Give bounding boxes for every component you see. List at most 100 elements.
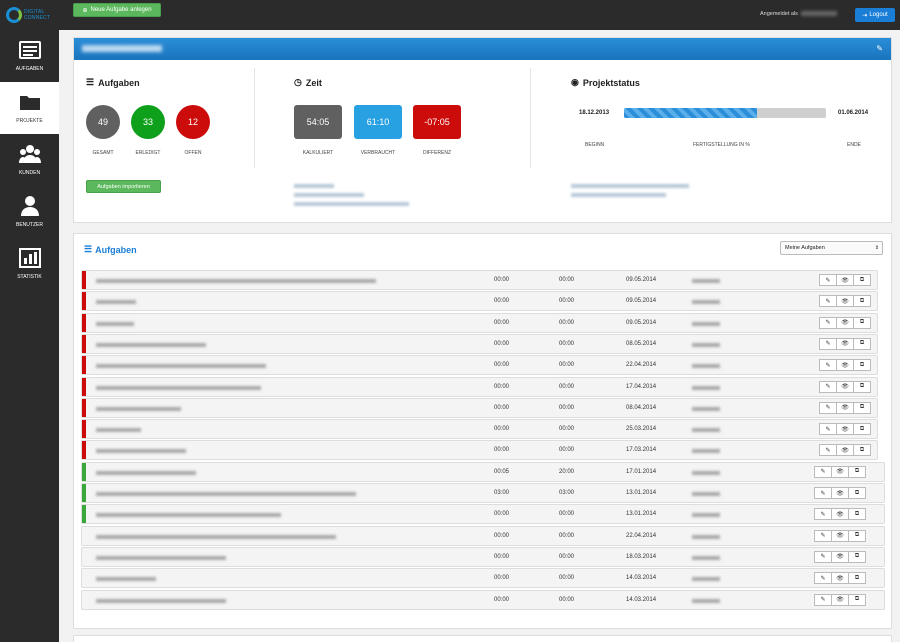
table-row[interactable]: 00:00 00:00 22.04.2014 ✎ 👁 ⧉ <box>81 355 878 376</box>
external-link-icon[interactable]: ⧉ <box>848 593 866 606</box>
table-row[interactable]: 00:00 00:00 14.03.2014 ✎ 👁 ⧉ <box>81 568 885 589</box>
sidebar-item-benutzer[interactable]: BENUTZER <box>0 186 59 238</box>
view-eye-icon[interactable]: 👁 <box>831 487 849 499</box>
view-eye-icon[interactable]: 👁 <box>836 380 854 393</box>
table-row[interactable]: 00:00 00:00 22.04.2014 ✎ 👁 ⧉ <box>81 525 885 546</box>
task-title-redacted[interactable] <box>96 470 196 475</box>
edit-pencil-icon[interactable]: ✎ <box>819 316 837 329</box>
external-link-icon[interactable]: ⧉ <box>848 487 866 499</box>
edit-pencil-icon[interactable]: ✎ <box>819 401 837 414</box>
task-title-redacted[interactable] <box>96 555 226 560</box>
edit-pencil-icon[interactable]: ✎ <box>819 359 837 372</box>
import-tasks-button[interactable]: Aufgaben importieren <box>86 180 161 193</box>
task-title-redacted[interactable] <box>96 428 141 433</box>
status-stripe <box>82 420 86 439</box>
external-link-icon[interactable]: ⧉ <box>853 337 871 350</box>
external-link-icon[interactable]: ⧉ <box>848 572 866 585</box>
external-link-icon[interactable]: ⧉ <box>853 401 871 414</box>
begin-label: BEGINN <box>585 142 605 148</box>
external-link-icon[interactable]: ⧉ <box>853 274 871 286</box>
view-eye-icon[interactable]: 👁 <box>831 550 849 563</box>
sidebar-item-projekte[interactable]: PROJEKTE <box>0 82 59 134</box>
edit-pencil-icon[interactable]: ✎ <box>819 337 837 350</box>
table-row[interactable]: 00:00 00:00 14.03.2014 ✎ 👁 ⧉ <box>81 589 885 610</box>
task-title-redacted[interactable] <box>96 364 266 369</box>
view-eye-icon[interactable]: 👁 <box>831 508 849 521</box>
task-title-redacted[interactable] <box>96 598 226 603</box>
task-title-redacted[interactable] <box>96 300 136 305</box>
link-redacted[interactable] <box>571 184 689 188</box>
edit-pencil-icon[interactable]: ✎ <box>814 529 832 542</box>
task-title-redacted[interactable] <box>96 385 261 390</box>
view-eye-icon[interactable]: 👁 <box>831 529 849 542</box>
table-row[interactable]: 00:05 20:00 17.01.2014 ✎ 👁 ⧉ <box>81 461 885 482</box>
task-title-redacted[interactable] <box>96 342 206 347</box>
edit-pencil-icon[interactable]: ✎ <box>814 572 832 585</box>
table-row[interactable]: 00:00 00:00 08.04.2014 ✎ 👁 ⧉ <box>81 397 878 418</box>
view-eye-icon[interactable]: 👁 <box>836 274 854 286</box>
task-title-redacted[interactable] <box>96 406 181 411</box>
sidebar-item-kunden[interactable]: KUNDEN <box>0 134 59 186</box>
task-title-redacted[interactable] <box>96 534 336 539</box>
external-link-icon[interactable]: ⧉ <box>848 508 866 521</box>
table-row[interactable]: 03:00 03:00 13.01.2014 ✎ 👁 ⧉ <box>81 483 885 503</box>
external-link-icon[interactable]: ⧉ <box>848 465 866 478</box>
edit-pencil-icon[interactable]: ✎ <box>819 423 837 436</box>
view-eye-icon[interactable]: 👁 <box>836 423 854 436</box>
edit-pencil-icon[interactable]: ✎ <box>819 274 837 286</box>
time-estimated: 00:00 <box>494 511 510 518</box>
view-eye-icon[interactable]: 👁 <box>831 593 849 606</box>
edit-pencil-icon[interactable]: ✎ <box>814 487 832 499</box>
edit-pencil-icon[interactable]: ✎ <box>819 295 837 308</box>
task-title-redacted[interactable] <box>96 449 186 454</box>
link-redacted[interactable] <box>571 193 666 197</box>
table-row[interactable]: 00:00 00:00 09.05.2014 ✎ 👁 ⧉ <box>81 270 878 290</box>
view-eye-icon[interactable]: 👁 <box>836 295 854 308</box>
external-link-icon[interactable]: ⧉ <box>853 444 871 457</box>
table-row[interactable]: 00:00 00:00 25.03.2014 ✎ 👁 ⧉ <box>81 419 878 440</box>
logout-button[interactable]: ⇥ Logout <box>855 8 895 22</box>
table-row[interactable]: 00:00 00:00 13.01.2014 ✎ 👁 ⧉ <box>81 504 885 525</box>
external-link-icon[interactable]: ⧉ <box>848 529 866 542</box>
external-link-icon[interactable]: ⧉ <box>848 550 866 563</box>
task-title-redacted[interactable] <box>96 279 376 283</box>
logo[interactable]: DIGITAL CONNECT <box>6 4 58 26</box>
view-eye-icon[interactable]: 👁 <box>836 444 854 457</box>
external-link-icon[interactable]: ⧉ <box>853 423 871 436</box>
external-link-icon[interactable]: ⧉ <box>853 359 871 372</box>
table-row[interactable]: 00:00 00:00 09.05.2014 ✎ 👁 ⧉ <box>81 312 878 333</box>
edit-pencil-icon[interactable]: ✎ <box>814 465 832 478</box>
task-title-redacted[interactable] <box>96 492 356 496</box>
view-eye-icon[interactable]: 👁 <box>831 572 849 585</box>
table-row[interactable]: 00:00 00:00 17.04.2014 ✎ 👁 ⧉ <box>81 376 878 397</box>
task-filter-select[interactable]: Meine Aufgaben ⇕ <box>780 241 883 255</box>
external-link-icon[interactable]: ⧉ <box>853 316 871 329</box>
task-title-redacted[interactable] <box>96 577 156 582</box>
task-title-redacted[interactable] <box>96 321 134 326</box>
external-link-icon[interactable]: ⧉ <box>853 380 871 393</box>
task-date: 22.04.2014 <box>626 362 657 369</box>
edit-pencil-icon[interactable]: ✎ <box>819 444 837 457</box>
view-eye-icon[interactable]: 👁 <box>836 359 854 372</box>
view-eye-icon[interactable]: 👁 <box>836 401 854 414</box>
edit-pencil-icon[interactable]: ✎ <box>876 44 883 53</box>
sidebar-item-statistik[interactable]: STATISTIK <box>0 238 59 290</box>
view-eye-icon[interactable]: 👁 <box>836 337 854 350</box>
table-row[interactable]: 00:00 00:00 17.03.2014 ✎ 👁 ⧉ <box>81 440 878 461</box>
view-eye-icon[interactable]: 👁 <box>831 465 849 478</box>
task-title-redacted[interactable] <box>96 513 281 518</box>
task-date: 09.05.2014 <box>626 277 657 283</box>
table-row[interactable]: 00:00 00:00 08.05.2014 ✎ 👁 ⧉ <box>81 333 878 354</box>
sidebar-item-aufgaben[interactable]: AUFGABEN <box>0 30 59 82</box>
new-task-button[interactable]: ⊕ Neue Aufgabe anlegen <box>73 3 161 17</box>
assignee-redacted <box>692 492 720 496</box>
edit-pencil-icon[interactable]: ✎ <box>819 380 837 393</box>
edit-pencil-icon[interactable]: ✎ <box>814 508 832 521</box>
edit-pencil-icon[interactable]: ✎ <box>814 550 832 563</box>
time-estimated: 00:00 <box>494 319 510 326</box>
external-link-icon[interactable]: ⧉ <box>853 295 871 308</box>
edit-pencil-icon[interactable]: ✎ <box>814 593 832 606</box>
view-eye-icon[interactable]: 👁 <box>836 316 854 329</box>
table-row[interactable]: 00:00 00:00 09.05.2014 ✎ 👁 ⧉ <box>81 291 878 312</box>
table-row[interactable]: 00:00 00:00 18.03.2014 ✎ 👁 ⧉ <box>81 546 885 567</box>
